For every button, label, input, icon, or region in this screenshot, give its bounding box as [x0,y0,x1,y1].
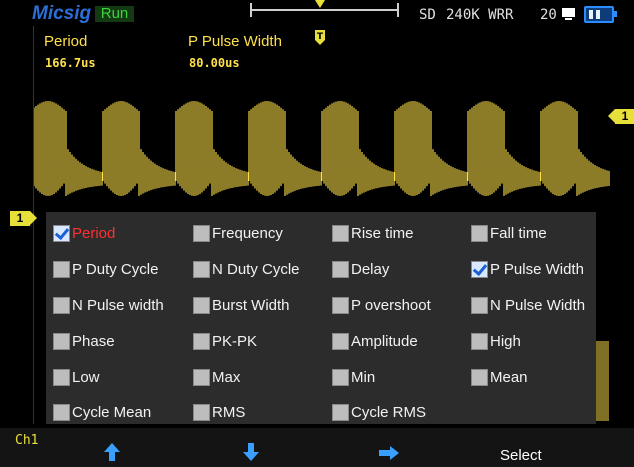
trigger-position-icon[interactable] [314,0,326,14]
measure-label-p-pulse-width: P Pulse Width [188,33,282,50]
measure-option-p-overshoot[interactable]: P overshoot [332,294,431,316]
arrow-right-icon[interactable] [378,445,400,461]
measure-option-frequency[interactable]: Frequency [193,222,283,244]
select-button[interactable]: Select [500,447,542,464]
checkbox[interactable] [193,296,210,314]
checkbox[interactable] [332,403,349,421]
checkbox[interactable] [332,296,349,314]
measure-option-label: N Pulse Width [490,296,586,314]
measure-option-n-pulse-width[interactable]: N Pulse Width [471,294,585,316]
measure-option-label: RMS [212,403,246,421]
measure-option-cycle-rms[interactable]: Cycle RMS [332,401,426,423]
checkbox[interactable] [193,224,210,242]
measure-option-label: Mean [490,368,528,386]
checkbox[interactable] [193,332,210,350]
measure-option-label: Amplitude [351,332,418,350]
measure-option-cycle-mean[interactable]: Cycle Mean [53,401,151,423]
measure-option-label: Delay [351,260,390,278]
measure-option-label: P overshoot [351,296,431,314]
measure-value-p-pulse-width: 80.00us [189,56,240,70]
measure-option-label: Cycle RMS [351,403,427,421]
checkbox[interactable] [332,224,349,242]
measure-option-high[interactable]: High [471,330,521,352]
battery-icon [584,6,617,23]
measure-option-max[interactable]: Max [193,366,240,388]
measure-option-label: N Duty Cycle [212,260,300,278]
checkbox[interactable] [53,368,70,386]
measure-option-label: Burst Width [212,296,290,314]
pc-connection-icon [562,8,575,20]
checkbox[interactable] [53,403,70,421]
measure-option-label: Low [72,368,100,386]
measure-option-mean[interactable]: Mean [471,366,528,388]
measure-option-rms[interactable]: RMS [193,401,245,423]
checkbox[interactable] [471,260,488,278]
measure-option-label: N Pulse width [72,296,164,314]
checkbox[interactable] [471,368,488,386]
checkbox[interactable] [193,403,210,421]
measure-option-label: Min [351,368,376,386]
measure-option-min[interactable]: Min [332,366,375,388]
measure-option-label: Max [212,368,241,386]
checkbox[interactable] [193,260,210,278]
checkbox[interactable] [53,224,70,242]
checkbox[interactable] [471,224,488,242]
measure-option-amplitude[interactable]: Amplitude [332,330,418,352]
measure-option-low[interactable]: Low [53,366,100,388]
measure-label-period: Period [44,33,88,50]
measure-option-label: Cycle Mean [72,403,152,421]
checkbox[interactable] [332,260,349,278]
measure-option-label: PK-PK [212,332,258,350]
measure-option-rise-time[interactable]: Rise time [332,222,414,244]
measurement-menu: Period Frequency Rise time Fall time P Duty … [46,212,596,424]
measure-option-phase[interactable]: Phase [53,330,115,352]
measure-value-period: 166.7us [45,56,96,70]
status-bar: Micsig Run SD 240K WRR 20 [0,0,634,26]
measure-option-label: P Duty Cycle [72,260,159,278]
memory-depth[interactable]: 240K WRR [446,7,513,23]
measure-option-n-pulse-width[interactable]: N Pulse width [53,294,164,316]
checkbox[interactable] [332,368,349,386]
measure-option-n-duty-cycle[interactable]: N Duty Cycle [193,258,300,280]
checkbox[interactable] [53,332,70,350]
storage-indicator: SD [419,7,436,23]
checkbox[interactable] [193,368,210,386]
measure-option-delay[interactable]: Delay [332,258,389,280]
trigger-marker-icon[interactable]: T [313,26,327,46]
svg-text:T: T [317,32,324,42]
measure-option-label: Phase [72,332,115,350]
channel-label[interactable]: Ch1 [15,433,38,448]
measure-option-period[interactable]: Period [53,222,115,244]
checkbox[interactable] [332,332,349,350]
arrow-up-icon[interactable] [103,442,121,462]
measure-option-label: High [490,332,521,350]
count-indicator: 20 [540,7,557,23]
checkbox[interactable] [53,260,70,278]
measure-option-label: Rise time [351,224,414,242]
checkbox[interactable] [471,332,488,350]
run-stop-button[interactable]: Run [95,6,134,22]
brand-logo: Micsig [32,3,92,24]
measure-option-label: Frequency [212,224,283,242]
checkbox[interactable] [53,296,70,314]
measure-option-burst-width[interactable]: Burst Width [193,294,290,316]
channel-1-trigger-level-marker[interactable]: 1 [608,109,634,124]
measure-option-p-duty-cycle[interactable]: P Duty Cycle [53,258,158,280]
channel-1-offset-marker[interactable]: 1 [10,211,37,226]
measure-option-label: P Pulse Width [490,260,584,278]
measure-option-p-pulse-width[interactable]: P Pulse Width [471,258,584,280]
arrow-down-icon[interactable] [242,442,260,462]
checkbox[interactable] [471,296,488,314]
measure-option-pk-pk[interactable]: PK-PK [193,330,257,352]
measure-option-label: Fall time [490,224,547,242]
measure-option-label: Period [72,224,116,242]
measure-option-fall-time[interactable]: Fall time [471,222,547,244]
